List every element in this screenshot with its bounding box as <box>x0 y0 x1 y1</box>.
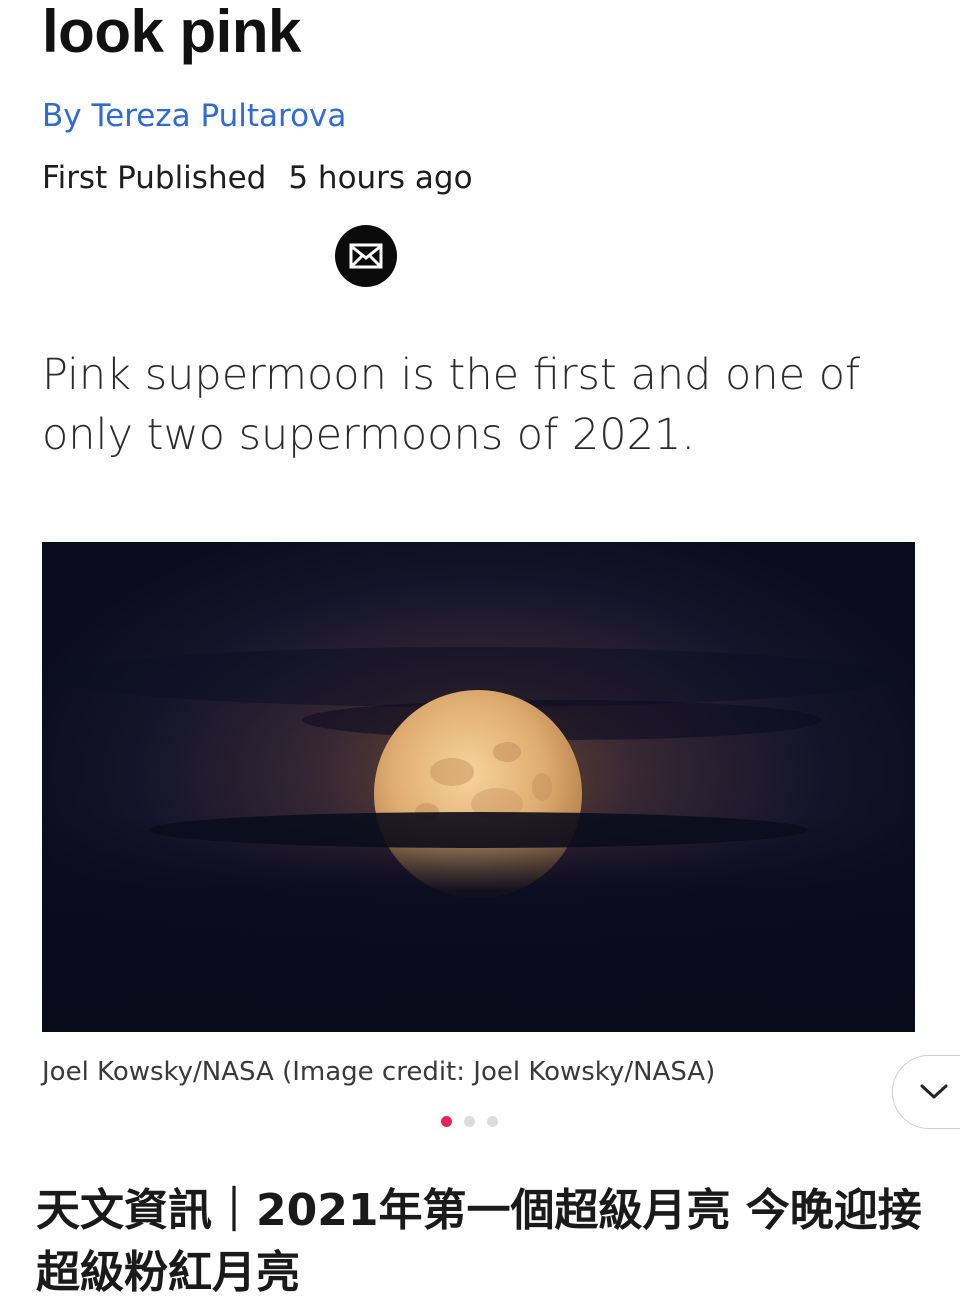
related-article-title[interactable]: 天文資訊｜2021年第一個超級月亮 今晚迎接超級粉紅月亮 <box>36 1180 926 1304</box>
carousel-dot-3[interactable] <box>487 1116 498 1127</box>
carousel-dot-2[interactable] <box>464 1116 475 1127</box>
expand-caption-button[interactable] <box>892 1055 960 1129</box>
chevron-down-icon <box>920 1084 948 1099</box>
article-headline: look pink <box>42 0 301 65</box>
moon-photo[interactable] <box>42 542 915 1032</box>
published-line: First Published 5 hours ago <box>42 158 473 198</box>
article-subtitle: Pink supermoon is the first and one of o… <box>42 350 861 460</box>
published-label: First Published <box>42 160 267 196</box>
author-byline[interactable]: By Tereza Pultarova <box>42 96 346 136</box>
email-share-button[interactable] <box>335 225 397 287</box>
carousel-dot-1[interactable] <box>441 1116 452 1127</box>
image-caption: Joel Kowsky/NASA (Image credit: Joel Kow… <box>42 1057 716 1087</box>
envelope-icon <box>349 243 383 269</box>
published-time: 5 hours ago <box>288 160 473 196</box>
carousel-indicator <box>441 1116 498 1127</box>
